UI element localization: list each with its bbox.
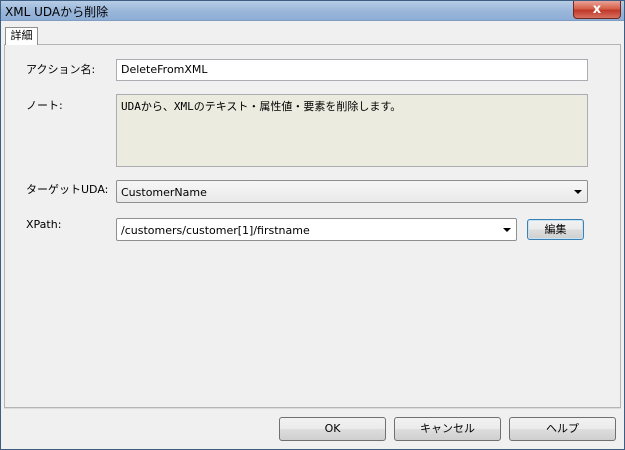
ok-button[interactable]: OK bbox=[279, 417, 386, 441]
chevron-down-icon bbox=[503, 228, 511, 232]
title-bar[interactable]: XML UDAから削除 x bbox=[1, 1, 624, 21]
tab-details[interactable]: 詳細 bbox=[5, 27, 38, 45]
tab-label: 詳細 bbox=[10, 29, 33, 42]
target-uda-value: CustomerName bbox=[121, 186, 207, 199]
cancel-button[interactable]: キャンセル bbox=[394, 417, 501, 441]
footer-separator bbox=[4, 408, 621, 409]
edit-button[interactable]: 編集 bbox=[527, 219, 584, 240]
close-icon: x bbox=[592, 2, 602, 17]
details-panel: アクション名: DeleteFromXML ノート: UDAから、XMLのテキス… bbox=[4, 44, 621, 408]
close-button[interactable]: x bbox=[573, 1, 621, 19]
target-uda-label: ターゲットUDA: bbox=[26, 183, 109, 196]
ok-button-label: OK bbox=[324, 422, 341, 435]
action-name-input[interactable]: DeleteFromXML bbox=[116, 59, 588, 81]
target-uda-select[interactable]: CustomerName bbox=[116, 180, 588, 203]
xpath-combo[interactable]: /customers/customer[1]/firstname bbox=[116, 218, 517, 241]
window-title: XML UDAから削除 bbox=[5, 5, 109, 19]
xpath-value: /customers/customer[1]/firstname bbox=[121, 224, 310, 237]
note-label: ノート: bbox=[26, 99, 63, 112]
edit-button-label: 編集 bbox=[544, 223, 567, 236]
help-button-label: ヘルプ bbox=[546, 422, 579, 435]
help-button[interactable]: ヘルプ bbox=[509, 417, 616, 441]
action-name-label: アクション名: bbox=[26, 63, 96, 76]
chevron-down-icon bbox=[574, 190, 582, 194]
dialog-window: XML UDAから削除 x 詳細 アクション名: DeleteFromXML ノ… bbox=[0, 0, 625, 450]
cancel-button-label: キャンセル bbox=[420, 422, 475, 435]
xpath-label: XPath: bbox=[26, 218, 62, 231]
note-textarea[interactable]: UDAから、XMLのテキスト・属性値・要素を削除します。 bbox=[116, 94, 588, 167]
